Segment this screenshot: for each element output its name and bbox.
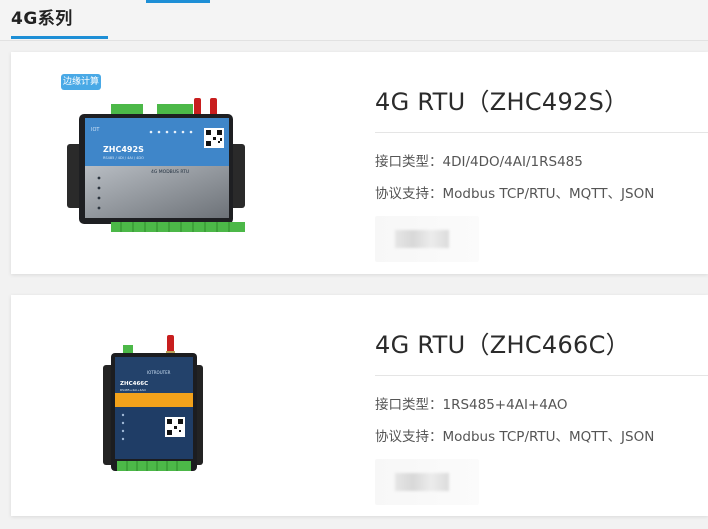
detail-button-blurred[interactable] xyxy=(375,459,479,505)
orange-stripe xyxy=(115,393,193,407)
product-image-zhc466c[interactable]: IOTROUTER ZHC466C RS485+4AI+4AO xyxy=(51,295,311,515)
device-model-label: ZHC492S xyxy=(103,145,144,154)
interface-type: 接口类型：1RS485+4AI+4AO xyxy=(375,397,568,413)
antenna-left xyxy=(194,98,201,116)
title-divider xyxy=(375,375,708,376)
device-brand-label: IOTROUTER xyxy=(147,370,171,375)
active-tab-indicator xyxy=(11,36,108,39)
terminal-block-bottom xyxy=(111,222,245,232)
product-title[interactable]: 4G RTU（ZHC466C） xyxy=(375,325,708,360)
device-brand-label: IOT xyxy=(91,127,100,133)
device-sub-label: RS485 / 4DI / 4AI / 4DO xyxy=(103,156,144,160)
product-card-zhc466c[interactable]: IOTROUTER ZHC466C RS485+4AI+4AO 4G RTU（Z… xyxy=(11,295,708,516)
antenna xyxy=(167,335,174,353)
product-info-zhc466c: 4G RTU（ZHC466C） 接口类型：1RS485+4AI+4AO 协议支持… xyxy=(375,325,708,505)
category-tabbar: 4G系列 xyxy=(0,0,708,41)
adjacent-tab-indicator xyxy=(146,0,210,3)
product-info-zhc492s: 4G RTU（ZHC492S） 接口类型：4DI/4DO/4AI/1RS485 … xyxy=(375,82,708,262)
protocol-support: 协议支持：Modbus TCP/RTU、MQTT、JSON xyxy=(375,429,655,445)
product-image-zhc492s[interactable]: 边缘计算 IOT ZHC492S RS485 / 4DI / 4AI / 4DO xyxy=(51,52,311,272)
detail-button-blurred[interactable] xyxy=(375,216,479,262)
protocol-support: 协议支持：Modbus TCP/RTU、MQTT、JSON xyxy=(375,186,655,202)
title-divider xyxy=(375,132,708,133)
device-sub-label: RS485+4AI+4AO xyxy=(120,388,146,392)
interface-type: 接口类型：4DI/4DO/4AI/1RS485 xyxy=(375,154,583,170)
edge-computing-badge: 边缘计算 xyxy=(61,74,101,90)
antenna-right xyxy=(210,98,217,116)
device-caption-label: 4G MODBUS RTU xyxy=(151,169,189,175)
product-card-zhc492s[interactable]: 边缘计算 IOT ZHC492S RS485 / 4DI / 4AI / 4DO xyxy=(11,52,708,274)
tab-4g-series[interactable]: 4G系列 xyxy=(11,4,73,29)
terminal-block-top-left xyxy=(111,104,143,114)
rtu-device-illustration: IOTROUTER ZHC466C RS485+4AI+4AO xyxy=(103,335,203,471)
product-title[interactable]: 4G RTU（ZHC492S） xyxy=(375,82,708,117)
device-model-label: ZHC466C xyxy=(120,381,148,387)
terminal-block-bottom xyxy=(117,461,191,471)
terminal-block-top-right xyxy=(157,104,193,114)
